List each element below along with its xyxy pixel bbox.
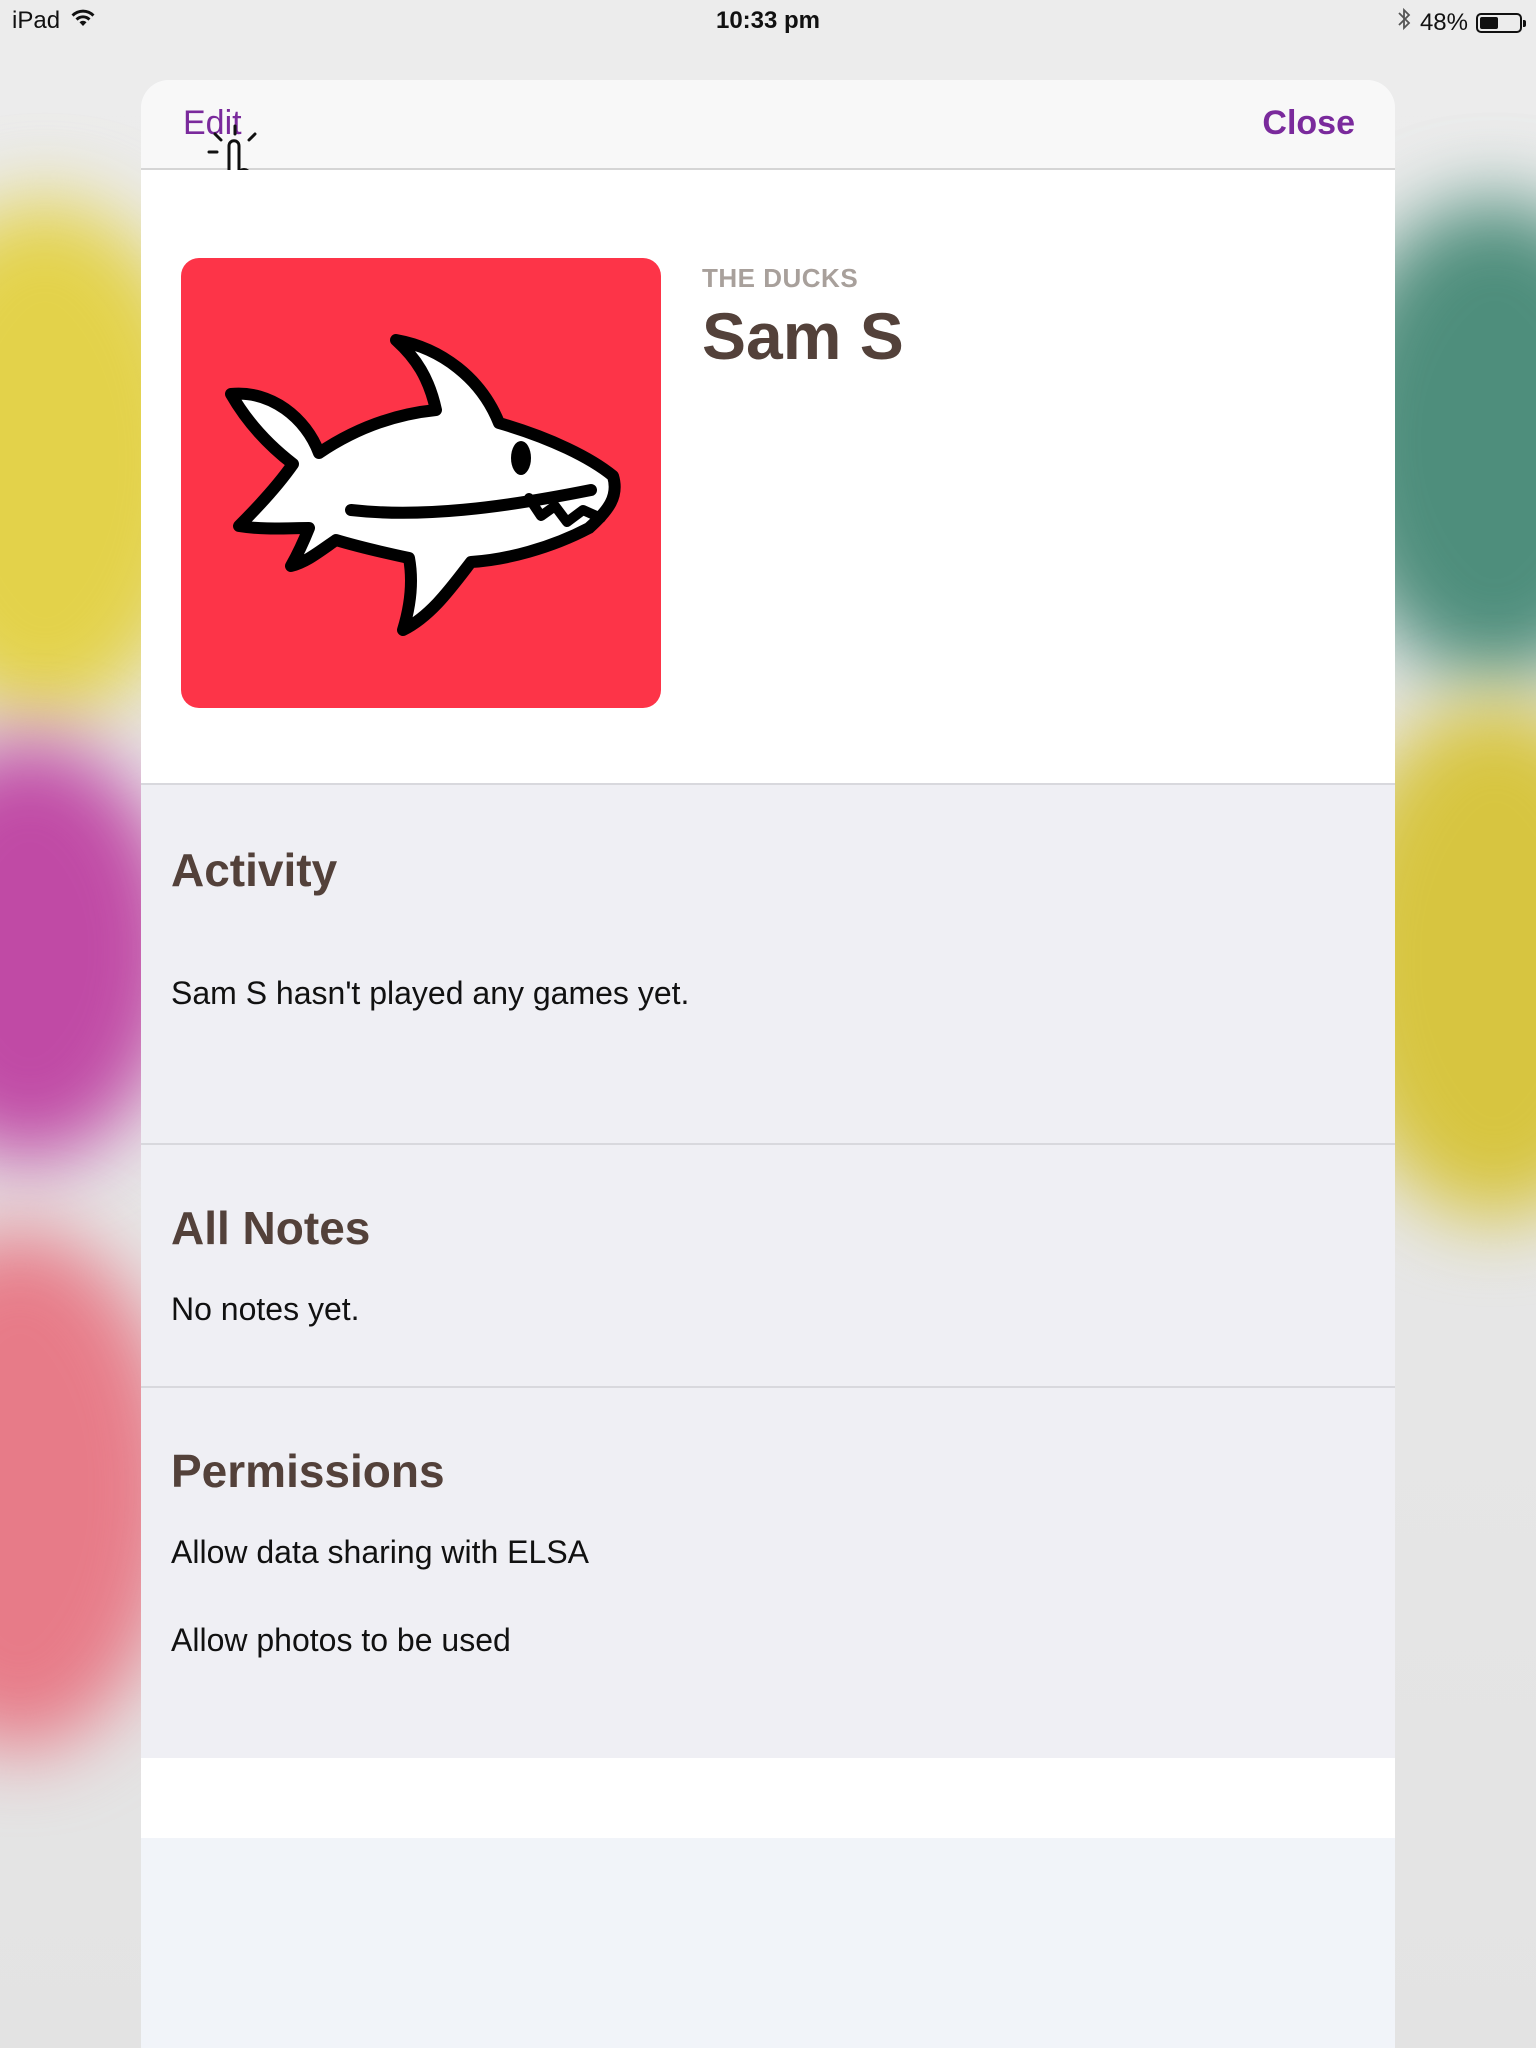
permissions-title: Permissions [171, 1445, 445, 1497]
battery-percent: 48% [1419, 8, 1468, 36]
profile-header: THE DUCKS Sam S [141, 170, 1395, 785]
nav-bar: Edit Close [141, 80, 1395, 222]
close-button[interactable]: Close [1262, 104, 1355, 143]
battery-icon [1476, 12, 1526, 33]
notes-section: All Notes No notes yet. [141, 1145, 1395, 1388]
permissions-section: Permissions Allow data sharing with ELSA… [141, 1388, 1395, 1758]
clock: 10:33 pm [715, 7, 821, 34]
activity-title: Activity [171, 844, 338, 896]
bluetooth-icon [1396, 7, 1412, 38]
notes-empty-message: No notes yet. [171, 1291, 360, 1327]
shark-icon [181, 258, 661, 708]
status-bar: iPad 10:33 pm 48% [0, 0, 1536, 40]
permission-data-sharing[interactable]: Allow data sharing with ELSA [171, 1534, 589, 1571]
section-spacer [141, 1758, 1395, 1838]
student-profile-sheet: Edit Close THE DUCKS Sam S Activity Sam … [141, 80, 1395, 2048]
permission-photos[interactable]: Allow photos to be used [171, 1622, 511, 1659]
activity-section: Activity Sam S hasn't played any games y… [141, 785, 1395, 1145]
team-name: THE DUCKS [702, 263, 859, 293]
student-name: Sam S [702, 299, 904, 373]
activity-empty-message: Sam S hasn't played any games yet. [171, 975, 690, 1011]
notes-title: All Notes [171, 1202, 371, 1254]
